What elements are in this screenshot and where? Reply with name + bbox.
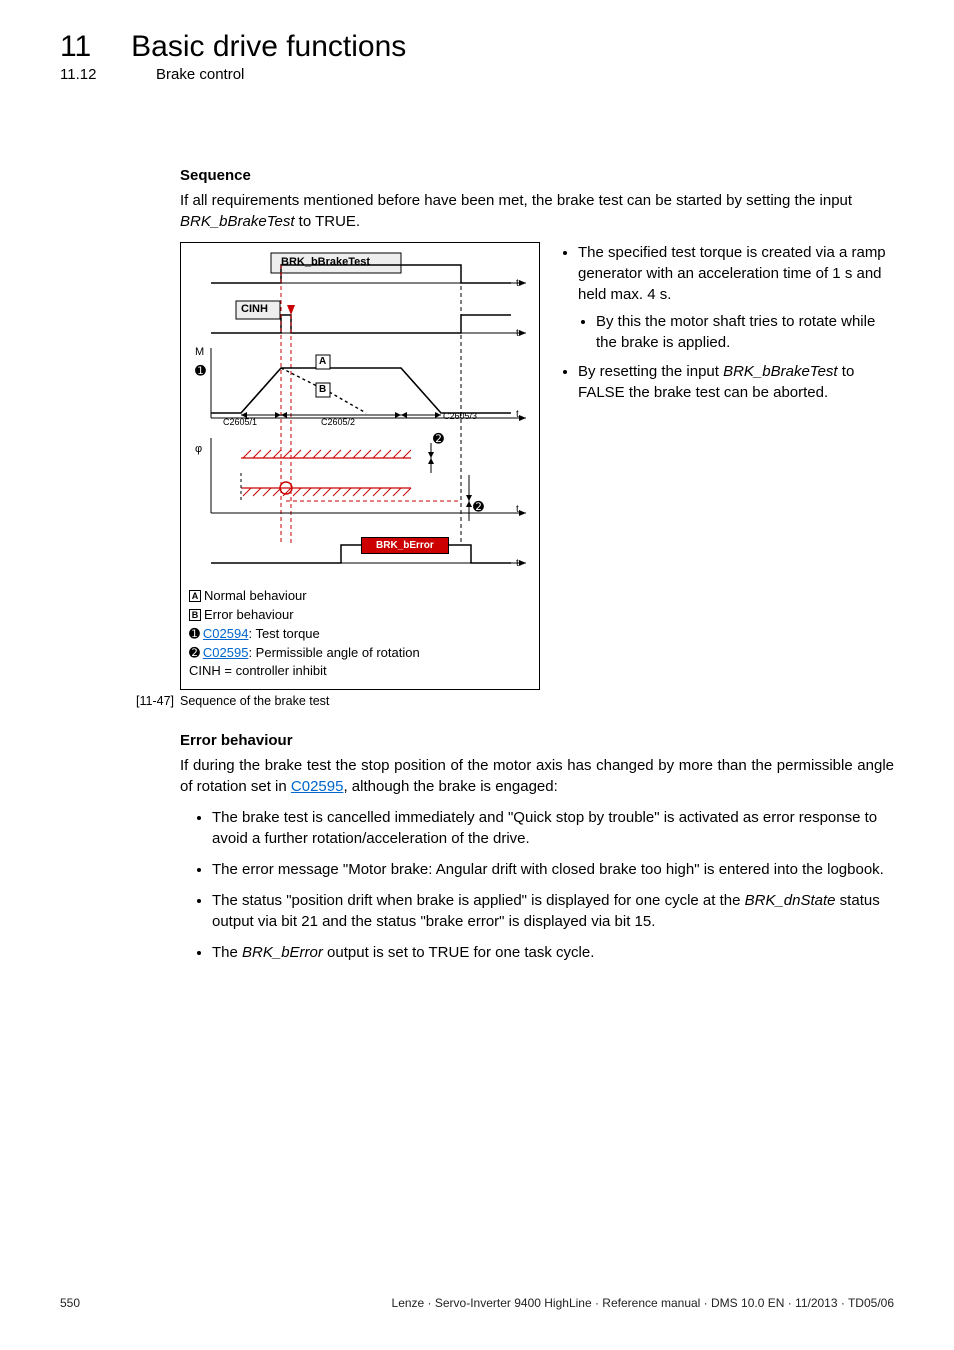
axis-phi-label: φ — [195, 443, 202, 455]
sig-berror-label: BRK_bError — [361, 537, 449, 554]
diagram-legend: ANormal behaviour BError behaviour ➊C025… — [181, 583, 539, 689]
page-number: 550 — [60, 1296, 80, 1310]
chapter-number: 11 — [60, 30, 91, 64]
figure-caption: Sequence of the brake test — [180, 694, 329, 708]
list-item: The status "position drift when brake is… — [212, 890, 894, 932]
list-item: The BRK_bError output is set to TRUE for… — [212, 942, 894, 963]
mark2a: ➋ — [433, 431, 444, 447]
sig-cinh-label: CINH — [241, 303, 268, 315]
t3: t — [516, 409, 519, 420]
link-c02595-b[interactable]: C02595 — [291, 778, 344, 795]
c2: C2605/2 — [321, 417, 355, 427]
t5: t — [516, 558, 519, 569]
brake-test-diagram: BRK_bBrakeTest CINH M ➊ φ A B C2605/1 C2… — [180, 242, 540, 690]
sequence-heading: Sequence — [180, 167, 894, 184]
footer-info: Lenze · Servo-Inverter 9400 HighLine · R… — [392, 1296, 894, 1310]
link-c02595[interactable]: C02595 — [203, 645, 249, 660]
error-heading: Error behaviour — [180, 732, 894, 749]
section-title: Brake control — [156, 66, 244, 83]
t2: t — [516, 328, 519, 339]
list-item: The error message "Motor brake: Angular … — [212, 859, 894, 880]
error-list: The brake test is cancelled immediately … — [180, 807, 894, 963]
boxA: A — [319, 356, 326, 367]
chapter-title: Basic drive functions — [131, 30, 406, 64]
section-number: 11.12 — [60, 66, 116, 83]
mark1: ➊ — [195, 363, 206, 379]
diagram-svg — [181, 243, 539, 583]
boxB: B — [319, 384, 326, 395]
axis-m-label: M — [195, 346, 204, 358]
sequence-intro: If all requirements mentioned before hav… — [180, 190, 894, 232]
t4: t — [516, 504, 519, 515]
c3: C2605/3 — [443, 411, 477, 421]
link-c02594[interactable]: C02594 — [203, 626, 249, 641]
sequence-notes: The specified test torque is created via… — [560, 242, 894, 411]
separator: _ _ _ _ _ _ _ _ _ _ _ _ _ _ _ _ _ _ _ _ … — [60, 123, 894, 137]
list-item: The brake test is cancelled immediately … — [212, 807, 894, 849]
mark2b: ➋ — [473, 499, 484, 515]
c1: C2605/1 — [223, 417, 257, 427]
figure-number: [11-47] — [132, 694, 174, 708]
sig-braketest-label: BRK_bBrakeTest — [281, 256, 370, 268]
error-intro: If during the brake test the stop positi… — [180, 755, 894, 797]
t1: t — [516, 278, 519, 289]
